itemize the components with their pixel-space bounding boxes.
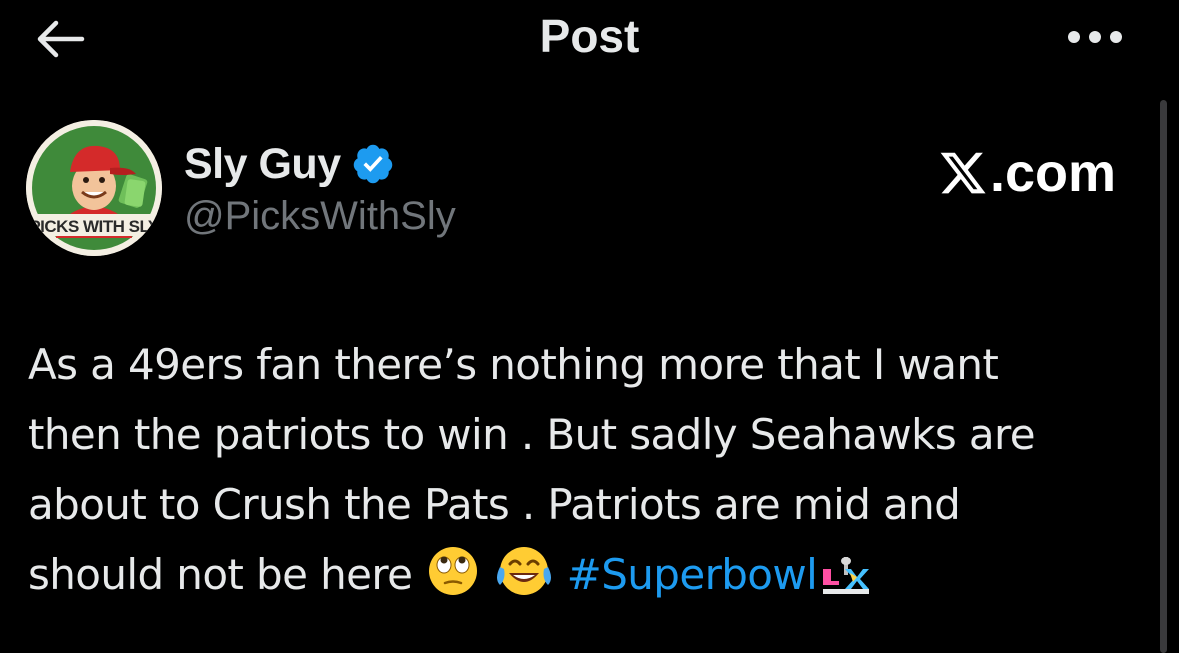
verified-badge-icon [353,144,392,184]
watermark: .com [938,140,1138,206]
watermark-text: .com [990,143,1117,203]
arrow-left-icon [37,20,85,58]
hashtag-link[interactable]: #Superbowl [567,550,818,599]
face-with-tears-of-joy-icon [496,547,551,595]
scrollbar[interactable] [1160,100,1167,653]
post-text-line: should not be here [28,550,426,599]
post-text: As a 49ers fan there’s nothing more that… [28,330,1148,610]
post-text-line: then the patriots to win . But sadly Sea… [28,410,1036,459]
author-name[interactable]: Sly Guy [184,140,341,189]
post-text-line: about to Crush the Pats . Patriots are m… [28,480,961,529]
post-text-line: As a 49ers fan there’s nothing more that… [28,340,999,389]
more-horizontal-icon [1068,31,1122,43]
post-text-line-last: should not be here #Superbowl [28,540,1148,610]
author-name-row: Sly Guy [184,140,395,188]
page-title: Post [539,10,640,62]
avatar-brand-text: PICKS WITH SLY [29,217,159,236]
more-options-button[interactable] [1062,20,1128,54]
avatar[interactable]: 7 PICKS WITH SLY [26,120,162,256]
avatar-image: 7 PICKS WITH SLY [26,120,162,256]
x-logo-icon [940,152,986,194]
top-bar: Post [0,0,1179,80]
super-bowl-lx-logo-icon [823,557,870,594]
back-button[interactable] [30,14,90,64]
author-handle[interactable]: @PicksWithSly [184,194,456,239]
face-with-rolling-eyes-icon [429,547,478,595]
